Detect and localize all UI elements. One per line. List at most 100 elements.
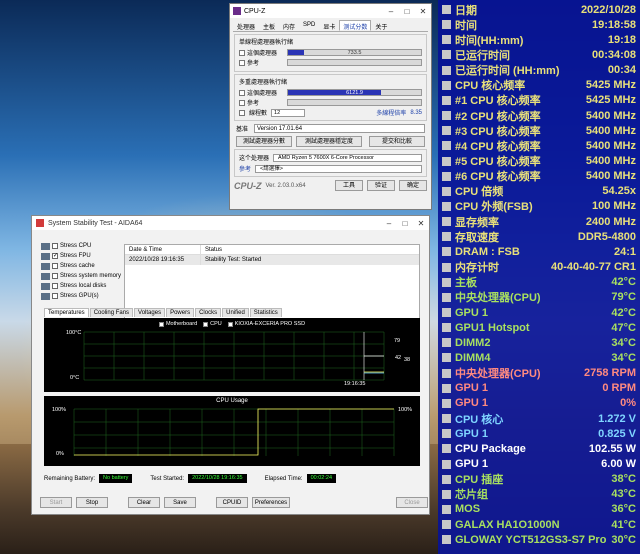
sensor-label: DIMM2 bbox=[455, 336, 491, 349]
single-this-checkbox[interactable] bbox=[239, 49, 245, 56]
ssd-temp-value: 38 bbox=[404, 357, 411, 363]
tab-powers[interactable]: Powers bbox=[166, 308, 195, 317]
sensor-label: 时间(HH:mm) bbox=[455, 34, 524, 47]
sensor-row: CPU 核心 1.272 V bbox=[438, 411, 640, 426]
sensor-value: 2758 RPM bbox=[584, 367, 636, 380]
sensor-row: 已运行时间 00:34:08 bbox=[438, 47, 640, 62]
sensor-row: CPU 倍频 54.25x bbox=[438, 184, 640, 199]
stress-cpu-button[interactable]: 測試處理器穩定度 bbox=[296, 136, 362, 147]
cpuz-logo-icon bbox=[233, 7, 241, 15]
preferences-button[interactable]: Preferences bbox=[252, 497, 290, 508]
tab-spd[interactable]: SPD bbox=[299, 20, 319, 31]
sensor-row: GPU 1 0% bbox=[438, 396, 640, 411]
bench-version-select[interactable]: Version 17.01.64 bbox=[254, 124, 425, 133]
stress-checkbox[interactable] bbox=[52, 252, 58, 259]
remaining-battery-label: Remaining Battery: bbox=[44, 475, 96, 482]
this-processor-label: 这个处理器 bbox=[239, 156, 270, 162]
sensor-value: 19:18:58 bbox=[591, 18, 636, 31]
stress-option[interactable]: Stress system memory bbox=[41, 271, 121, 281]
sensor-bullet-icon bbox=[442, 520, 451, 530]
sensor-row: GALAX HA1O1000N 41°C bbox=[438, 517, 640, 532]
aida-app-icon bbox=[36, 219, 44, 227]
reference-label: 參考 bbox=[239, 167, 252, 173]
reference-select[interactable]: <請選擇> bbox=[255, 164, 422, 173]
cpuz-titlebar[interactable]: CPU-Z – □ ✕ bbox=[230, 4, 431, 18]
sensor-row: 显存频率 2400 MHz bbox=[438, 214, 640, 229]
sensor-value: 34°C bbox=[611, 336, 636, 349]
tab-graphics[interactable]: 显卡 bbox=[319, 20, 339, 31]
sensor-value: 100 MHz bbox=[591, 200, 636, 213]
sensor-value: 79°C bbox=[611, 291, 636, 304]
multi-this-bar: 6121.9 bbox=[287, 89, 422, 96]
sensor-bullet-icon bbox=[442, 414, 451, 424]
tab-temperatures[interactable]: Temperatures bbox=[44, 308, 89, 317]
multi-ratio-label: 多線程倍率 bbox=[376, 111, 407, 117]
stress-option[interactable]: Stress local disks bbox=[41, 281, 121, 291]
stress-option[interactable]: Stress GPU(s) bbox=[41, 291, 121, 301]
sensor-bullet-icon bbox=[442, 171, 451, 181]
cpu-usage-plot bbox=[73, 408, 395, 456]
tab-bench[interactable]: 测试分数 bbox=[339, 20, 372, 31]
tab-voltages[interactable]: Voltages bbox=[134, 308, 166, 317]
tab-memory[interactable]: 内存 bbox=[279, 20, 299, 31]
ok-button[interactable]: 确定 bbox=[399, 180, 427, 191]
stress-checkbox[interactable] bbox=[52, 243, 58, 249]
sensor-label: CPU 插座 bbox=[455, 474, 504, 487]
start-button[interactable]: Start bbox=[40, 497, 72, 508]
validate-button[interactable]: 验证 bbox=[367, 180, 395, 191]
stress-checkbox[interactable] bbox=[52, 283, 58, 289]
close-icon[interactable]: ✕ bbox=[413, 219, 429, 228]
save-button[interactable]: Save bbox=[164, 497, 196, 508]
stress-checkbox[interactable] bbox=[52, 263, 58, 269]
sensor-row: 已运行时间 (HH:mm) 00:34 bbox=[438, 63, 640, 78]
usage-top-label: 100% bbox=[52, 407, 67, 413]
stress-option[interactable]: Stress cache bbox=[41, 261, 121, 271]
aida64-stability-window: System Stability Test - AIDA64 – □ ✕ Str… bbox=[31, 215, 430, 515]
cpuz-brand: CPU-Z bbox=[234, 180, 262, 191]
cpuid-button[interactable]: CPUID bbox=[216, 497, 248, 508]
multi-ref-checkbox[interactable] bbox=[239, 99, 245, 106]
submit-compare-button[interactable]: 提交和比較 bbox=[369, 136, 425, 147]
sensor-row: 主板 42°C bbox=[438, 275, 640, 290]
sensor-bullet-icon bbox=[442, 156, 451, 166]
bench-cpu-button[interactable]: 測試處理器分數 bbox=[236, 136, 292, 147]
clear-button[interactable]: Clear bbox=[128, 497, 160, 508]
sensor-value: 47°C bbox=[611, 321, 636, 334]
sensor-value: 0.825 V bbox=[598, 427, 636, 440]
maximize-icon[interactable]: □ bbox=[397, 219, 413, 228]
table-row[interactable]: 2022/10/28 19:16:35 Stability Test: Star… bbox=[125, 255, 419, 265]
tools-button[interactable]: 工具 bbox=[335, 180, 363, 191]
threads-checkbox[interactable] bbox=[239, 109, 245, 116]
sensor-row: #4 CPU 核心频率 5400 MHz bbox=[438, 138, 640, 153]
aida-titlebar[interactable]: System Stability Test - AIDA64 – □ ✕ bbox=[32, 216, 429, 230]
close-icon[interactable]: ✕ bbox=[415, 7, 431, 16]
stress-option[interactable]: Stress FPU bbox=[41, 251, 121, 261]
stress-checkbox[interactable] bbox=[52, 273, 58, 279]
column-header-date[interactable]: Date & Time bbox=[125, 245, 201, 254]
sensor-value: 00:34 bbox=[607, 64, 636, 77]
column-header-status[interactable]: Status bbox=[201, 245, 419, 254]
tab-clocks[interactable]: Clocks bbox=[195, 308, 222, 317]
hardware-icon bbox=[41, 252, 50, 260]
minimize-icon[interactable]: – bbox=[381, 219, 397, 228]
tab-unified[interactable]: Unified bbox=[222, 308, 249, 317]
tab-mainboard[interactable]: 主板 bbox=[259, 20, 279, 31]
sensor-row: 中央处理器(CPU) 79°C bbox=[438, 290, 640, 305]
tab-cooling-fans[interactable]: Cooling Fans bbox=[89, 308, 134, 317]
stress-checkbox[interactable] bbox=[52, 293, 58, 299]
usage-right-label: 100% bbox=[398, 407, 413, 413]
maximize-icon[interactable]: □ bbox=[399, 7, 415, 16]
multi-this-checkbox[interactable] bbox=[239, 89, 245, 96]
tab-processor[interactable]: 处理器 bbox=[233, 20, 259, 31]
tab-statistics[interactable]: Statistics bbox=[249, 308, 282, 317]
minimize-icon[interactable]: – bbox=[383, 7, 399, 16]
sensor-label: #5 CPU 核心频率 bbox=[455, 156, 541, 168]
single-ref-checkbox[interactable] bbox=[239, 59, 245, 66]
threads-select[interactable]: 12 bbox=[271, 108, 306, 117]
stress-option[interactable]: Stress CPU bbox=[41, 241, 121, 251]
tab-about[interactable]: 关于 bbox=[371, 20, 391, 31]
stop-button[interactable]: Stop bbox=[76, 497, 108, 508]
sensor-value: 19:18 bbox=[607, 33, 636, 46]
close-button[interactable]: Close bbox=[396, 497, 428, 508]
processor-name: AMD Ryzen 5 7600X 6-Core Processor bbox=[273, 153, 422, 162]
